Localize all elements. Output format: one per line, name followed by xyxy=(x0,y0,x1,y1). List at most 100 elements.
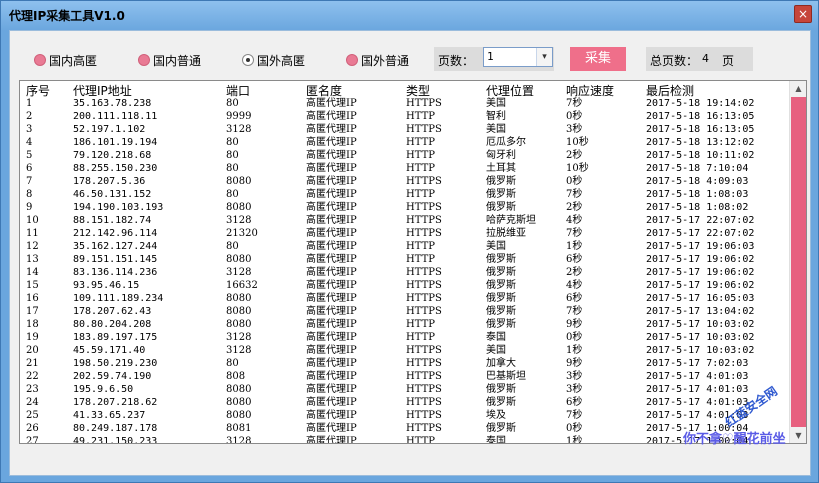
table-cell: 80 xyxy=(226,189,239,200)
table-cell: 高匿代理IP xyxy=(306,98,357,109)
table-cell: 3128 xyxy=(226,124,252,135)
table-cell: 2017-5-17 10:03:02 xyxy=(646,332,755,343)
vertical-scrollbar[interactable]: ▲ ▼ xyxy=(789,81,806,443)
radio-domestic-normal[interactable]: 国内普通 xyxy=(138,52,201,68)
radio-label: 国内高匿 xyxy=(49,53,98,68)
table-row[interactable]: 11 212.142.96.114 21320 高匿代理IP HTTPS 拉脱维亚 7秒 20… xyxy=(20,227,790,240)
table-row[interactable]: 13 89.151.151.145 8080 高匿代理IP HTTP 俄罗斯 6秒 2017-… xyxy=(20,253,790,266)
table-cell: 6秒 xyxy=(566,254,583,265)
table-row[interactable]: 5 79.120.218.68 80 高匿代理IP HTTP 匈牙利 2秒 2017-5-18… xyxy=(20,149,790,162)
table-cell: 厄瓜多尔 xyxy=(486,137,526,148)
scroll-up-icon[interactable]: ▲ xyxy=(791,81,806,96)
table-row[interactable]: 12 35.162.127.244 80 高匿代理IP HTTP 美国 1秒 2017-5-1… xyxy=(20,240,790,253)
table-cell: 1秒 xyxy=(566,241,583,252)
table-row[interactable]: 9 194.190.103.193 8080 高匿代理IP HTTPS 俄罗斯 2秒 2017… xyxy=(20,201,790,214)
scroll-thumb[interactable] xyxy=(791,97,806,427)
table-cell: 2017-5-18 4:09:03 xyxy=(646,176,749,187)
watermark-text: 你不拿♡醒花前坐 xyxy=(683,432,786,447)
table-cell: 6 xyxy=(26,163,33,174)
table-cell: 8080 xyxy=(226,254,252,265)
table-cell: 2017-5-17 19:06:02 xyxy=(646,280,755,291)
table-cell: 19 xyxy=(26,332,39,343)
table-cell: 2017-5-17 19:06:02 xyxy=(646,254,755,265)
table-cell: 80 xyxy=(226,358,239,369)
table-cell: HTTP xyxy=(406,163,435,174)
table-row[interactable]: 20 45.59.171.40 3128 高匿代理IP HTTPS 美国 1秒 2017-5-… xyxy=(20,344,790,357)
table-cell: 7秒 xyxy=(566,98,583,109)
table-cell: 8081 xyxy=(226,423,252,434)
table-row[interactable]: 24 178.207.218.62 8080 高匿代理IP HTTPS 俄罗斯 6秒 2017… xyxy=(20,396,790,409)
table-cell: 3秒 xyxy=(566,124,583,135)
table-cell: 52.197.1.102 xyxy=(73,124,146,135)
table-row[interactable]: 15 93.95.46.15 16632 高匿代理IP HTTPS 俄罗斯 4秒 2017-5… xyxy=(20,279,790,292)
table-cell: 泰国 xyxy=(486,436,506,444)
chevron-down-icon[interactable]: ▾ xyxy=(536,48,552,66)
table-row[interactable]: 8 46.50.131.152 80 高匿代理IP HTTP 俄罗斯 7秒 2017-5-18… xyxy=(20,188,790,201)
table-cell: HTTPS xyxy=(406,176,442,187)
table-cell: 高匿代理IP xyxy=(306,163,357,174)
table-cell: HTTPS xyxy=(406,293,442,304)
table-row[interactable]: 19 183.89.197.175 3128 高匿代理IP HTTP 泰国 0秒 2017-5… xyxy=(20,331,790,344)
table-cell: 22 xyxy=(26,371,39,382)
table-cell: 高匿代理IP xyxy=(306,371,357,382)
table-row[interactable]: 1 35.163.78.238 80 高匿代理IP HTTPS 美国 7秒 2017-5-18… xyxy=(20,97,790,110)
table-row[interactable]: 4 186.101.19.194 80 高匿代理IP HTTP 厄瓜多尔 10秒 2017-5… xyxy=(20,136,790,149)
radio-label: 国外普通 xyxy=(361,53,410,68)
table-cell: 195.9.6.50 xyxy=(73,384,134,395)
proxy-list[interactable]: 序号 代理IP地址 端口 匿名度 类型 代理位置 响应速度 最后检测 1 35.1… xyxy=(19,80,807,444)
table-row[interactable]: 17 178.207.62.43 8080 高匿代理IP HTTPS 俄罗斯 7秒 2017-… xyxy=(20,305,790,318)
table-cell: 2017-5-17 19:06:02 xyxy=(646,267,755,278)
table-cell: 俄罗斯 xyxy=(486,254,516,265)
table-row[interactable]: 16 109.111.189.234 8080 高匿代理IP HTTPS 俄罗斯 6秒 201… xyxy=(20,292,790,305)
table-row[interactable]: 6 88.255.150.230 80 高匿代理IP HTTP 土耳其 10秒 2017-5-… xyxy=(20,162,790,175)
table-row[interactable]: 22 202.59.74.190 808 高匿代理IP HTTPS 巴基斯坦 3秒 2017-… xyxy=(20,370,790,383)
table-cell: 11 xyxy=(26,228,39,239)
table-cell: 高匿代理IP xyxy=(306,111,357,122)
table-row[interactable]: 23 195.9.6.50 8080 高匿代理IP HTTPS 俄罗斯 3秒 2017-5-1… xyxy=(20,383,790,396)
table-cell: 3秒 xyxy=(566,384,583,395)
table-cell: 2017-5-18 13:12:02 xyxy=(646,137,755,148)
table-row[interactable]: 14 83.136.114.236 3128 高匿代理IP HTTPS 俄罗斯 2秒 2017… xyxy=(20,266,790,279)
table-row[interactable]: 21 198.50.219.230 80 高匿代理IP HTTPS 加拿大 9秒 2017-5… xyxy=(20,357,790,370)
table-cell: 2017-5-18 10:11:02 xyxy=(646,150,755,161)
table-cell: 9 xyxy=(26,202,33,213)
table-cell: 高匿代理IP xyxy=(306,423,357,434)
table-cell: 俄罗斯 xyxy=(486,319,516,330)
table-row[interactable]: 3 52.197.1.102 3128 高匿代理IP HTTPS 美国 3秒 2017-5-1… xyxy=(20,123,790,136)
table-cell: 高匿代理IP xyxy=(306,384,357,395)
table-cell: 3128 xyxy=(226,267,252,278)
table-cell: 高匿代理IP xyxy=(306,241,357,252)
table-cell: 高匿代理IP xyxy=(306,228,357,239)
radio-domestic-high[interactable]: 国内高匿 xyxy=(34,52,97,68)
table-cell: 俄罗斯 xyxy=(486,267,516,278)
client-area: 国内高匿 国内普通 国外高匿 国外普通 页数： 1 ▾ 采集 总页数： 4 页 xyxy=(9,30,811,476)
close-button[interactable]: × xyxy=(794,5,812,23)
radio-foreign-normal[interactable]: 国外普通 xyxy=(346,52,409,68)
table-cell: 88.255.150.230 xyxy=(73,163,158,174)
table-cell: 45.59.171.40 xyxy=(73,345,146,356)
radio-foreign-high[interactable]: 国外高匿 xyxy=(242,52,305,68)
title-bar[interactable]: 代理IP采集工具V1.0 × xyxy=(1,1,818,29)
table-cell: 高匿代理IP xyxy=(306,345,357,356)
collect-button[interactable]: 采集 xyxy=(570,47,626,71)
table-cell: 3 xyxy=(26,124,33,135)
table-cell: 高匿代理IP xyxy=(306,176,357,187)
table-row[interactable]: 10 88.151.182.74 3128 高匿代理IP HTTPS 哈萨克斯坦 4秒 201… xyxy=(20,214,790,227)
table-cell: 178.207.62.43 xyxy=(73,306,152,317)
page-select[interactable]: 1 ▾ xyxy=(483,47,553,67)
table-cell: 89.151.151.145 xyxy=(73,254,158,265)
table-cell: 8080 xyxy=(226,319,252,330)
table-row[interactable]: 18 80.80.204.208 8080 高匿代理IP HTTP 俄罗斯 9秒 2017-5… xyxy=(20,318,790,331)
table-cell: 198.50.219.230 xyxy=(73,358,158,369)
table-cell: 8080 xyxy=(226,306,252,317)
table-cell: HTTPS xyxy=(406,397,442,408)
table-row[interactable]: 2 200.111.118.11 9999 高匿代理IP HTTP 智利 0秒 2017-5-… xyxy=(20,110,790,123)
table-cell: 高匿代理IP xyxy=(306,410,357,421)
radio-dot-icon xyxy=(34,54,46,66)
table-row[interactable]: 7 178.207.5.36 8080 高匿代理IP HTTPS 俄罗斯 0秒 2017-5-… xyxy=(20,175,790,188)
app-window: 代理IP采集工具V1.0 × 国内高匿 国内普通 国外高匿 国外普通 页数： 1… xyxy=(0,0,819,483)
table-cell: 巴基斯坦 xyxy=(486,371,526,382)
table-cell: HTTPS xyxy=(406,267,442,278)
table-cell: 8080 xyxy=(226,293,252,304)
page-count-label: 页数： xyxy=(438,54,475,68)
